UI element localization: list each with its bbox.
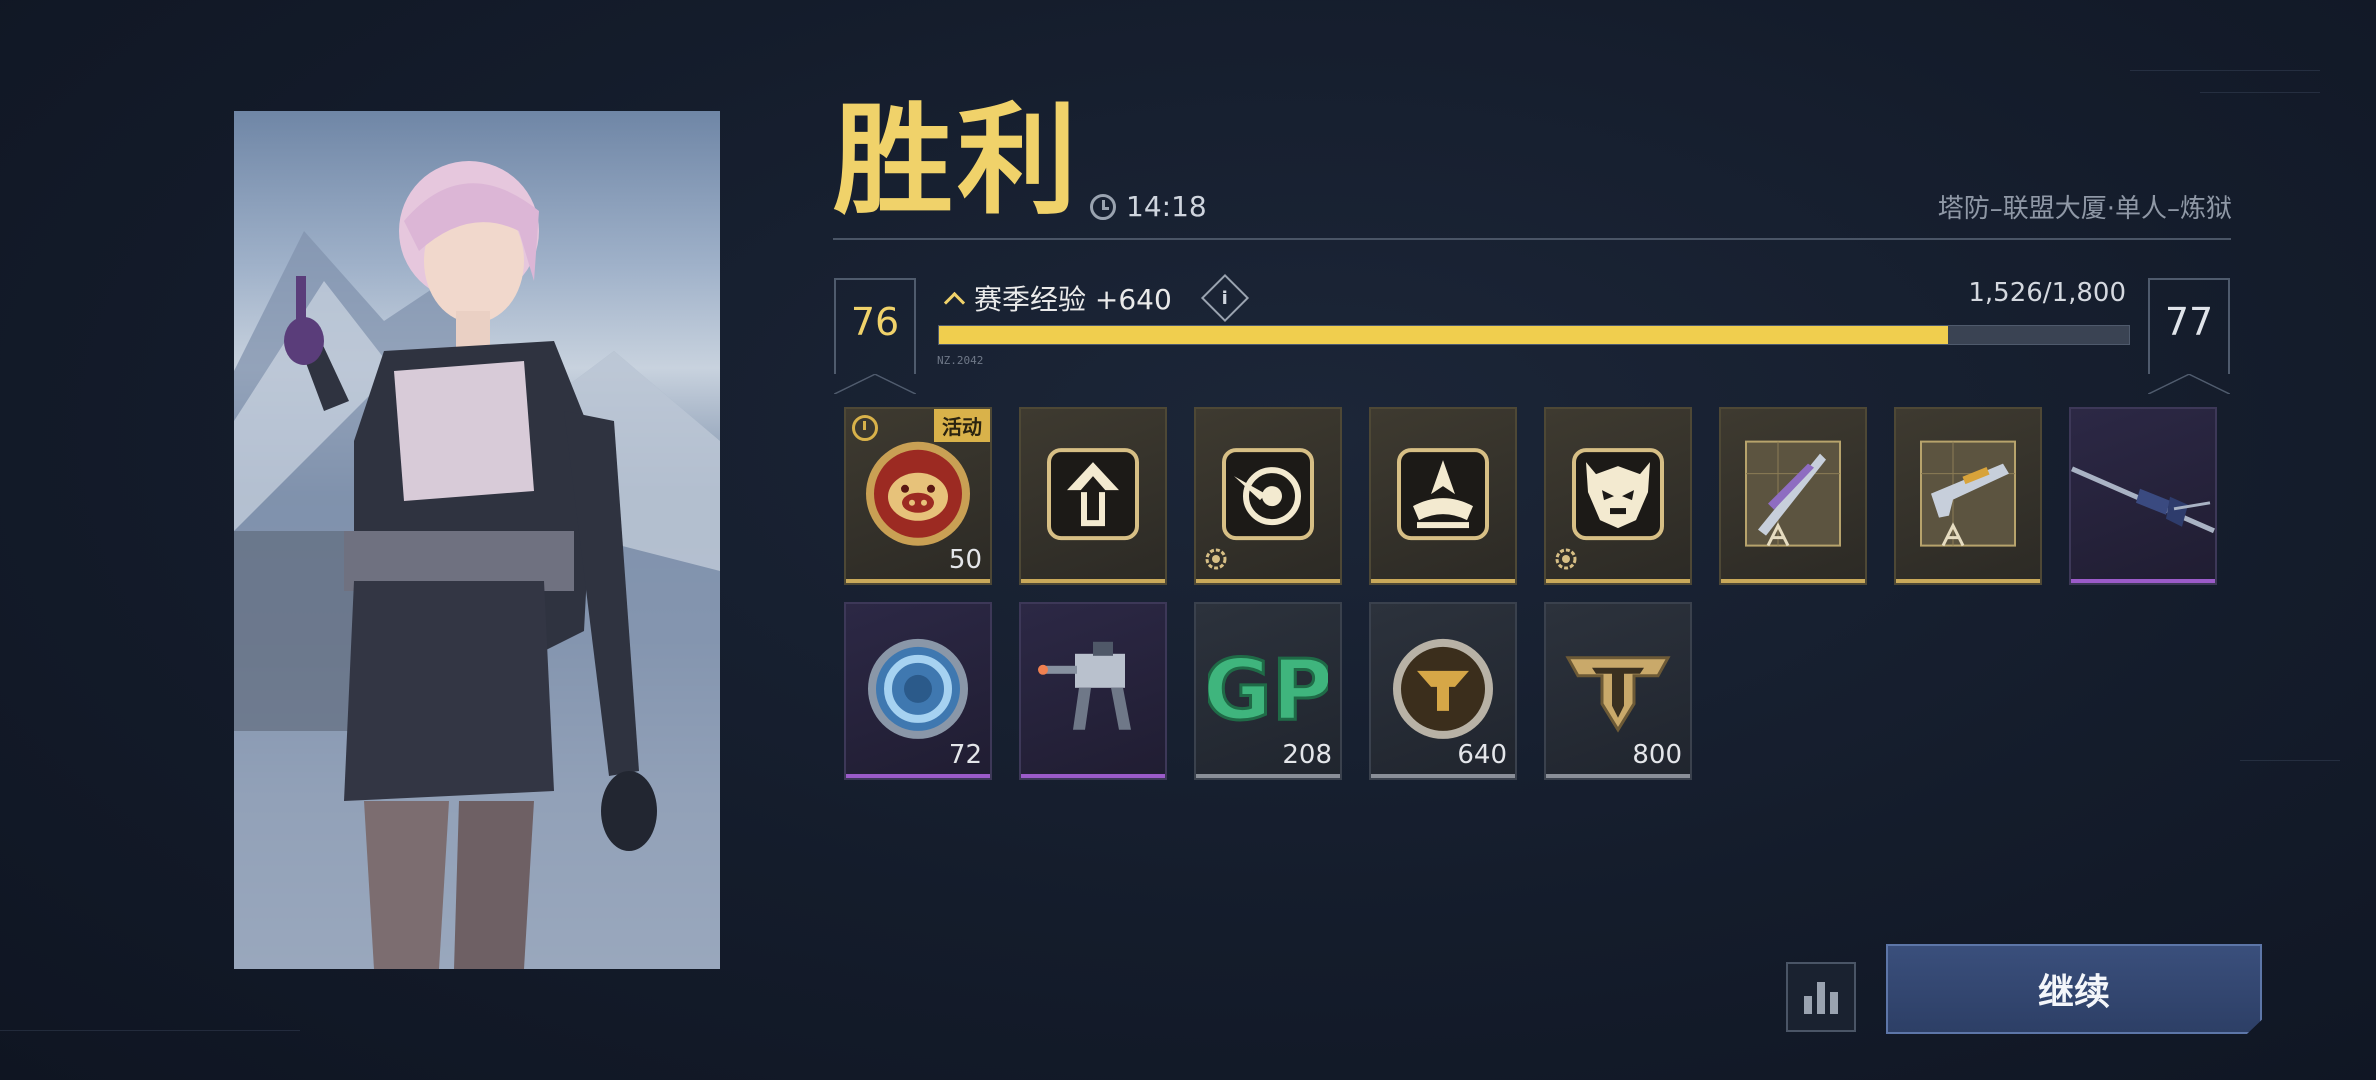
season-xp: 赛季经验 +640 i xyxy=(944,273,1249,323)
reward-qty: 72 xyxy=(948,740,982,770)
reward-item[interactable] xyxy=(1019,407,1167,585)
reward-item[interactable] xyxy=(1894,407,2042,585)
gear-icon xyxy=(1205,548,1227,570)
reward-qty: 640 xyxy=(1457,740,1507,770)
reward-item[interactable] xyxy=(1544,407,1692,585)
reward-item[interactable] xyxy=(2069,407,2217,585)
reward-qty: 208 xyxy=(1282,740,1332,770)
continue-button-label: 继续 xyxy=(2037,972,2110,1013)
event-badge: 活动 xyxy=(934,409,990,442)
result-title: 胜利 xyxy=(833,92,1081,231)
chevron-up-icon xyxy=(944,288,964,308)
current-level: 76 xyxy=(834,278,916,394)
demon-mask-icon xyxy=(1572,448,1664,541)
match-time: 14:18 xyxy=(1090,190,1207,223)
reward-grid: 活动 50 72 GP 208 640 800 xyxy=(844,407,2224,787)
season-xp-label: 赛季经验 +640 xyxy=(974,283,1172,316)
reward-item[interactable]: 640 xyxy=(1369,602,1517,780)
target-dart-icon xyxy=(1222,448,1314,541)
character-portrait xyxy=(234,111,720,969)
reward-qty: 50 xyxy=(948,545,982,575)
blueprint-knives-icon xyxy=(1745,440,1841,547)
reward-item[interactable]: 800 xyxy=(1544,602,1692,780)
mech-turret-icon xyxy=(1038,641,1131,730)
xp-count: 1,526/1,800 xyxy=(1968,278,2126,308)
blue-ring-token-icon xyxy=(868,638,968,739)
reward-qty: 800 xyxy=(1632,740,1682,770)
reward-item[interactable]: 72 xyxy=(844,602,992,780)
timer-icon xyxy=(852,415,878,441)
next-level: 77 xyxy=(2148,278,2230,394)
reward-item[interactable] xyxy=(1194,407,1342,585)
arrow-boost-icon xyxy=(1047,448,1139,541)
character-illustration xyxy=(234,161,720,969)
pig-token-icon xyxy=(866,441,970,546)
game-mode-label: 塔防–联盟大厦·单人–炼狱 xyxy=(1937,194,2232,224)
xp-bar-tag: NZ.2042 xyxy=(937,354,984,367)
rank-emblem-icon xyxy=(1565,656,1671,733)
gp-text: GP xyxy=(1208,641,1328,739)
gold-coin-icon xyxy=(1393,638,1493,739)
gear-icon xyxy=(1555,548,1577,570)
xp-progress-fill xyxy=(939,326,1949,344)
reward-item[interactable] xyxy=(1019,602,1167,780)
gp-currency-icon: GP xyxy=(1208,640,1328,740)
reward-item[interactable]: GP 208 xyxy=(1194,602,1342,780)
info-icon-label: i xyxy=(1221,287,1228,309)
stats-button[interactable] xyxy=(1786,962,1856,1032)
blueprint-pistol-icon xyxy=(1920,440,2016,547)
clock-icon xyxy=(1090,193,1116,220)
xp-progress-bar xyxy=(938,325,2130,345)
divider xyxy=(833,238,2231,240)
reward-item[interactable] xyxy=(1369,407,1517,585)
continue-button[interactable]: 继续 xyxy=(1886,944,2262,1034)
bar-chart-icon xyxy=(1804,996,1812,1014)
reward-item[interactable] xyxy=(1719,407,1867,585)
flame-crown-icon xyxy=(1397,448,1489,541)
match-time-value: 14:18 xyxy=(1126,190,1207,223)
info-icon[interactable]: i xyxy=(1200,273,1249,323)
rifle-icon xyxy=(2070,466,2216,534)
reward-item[interactable]: 活动 50 xyxy=(844,407,992,585)
